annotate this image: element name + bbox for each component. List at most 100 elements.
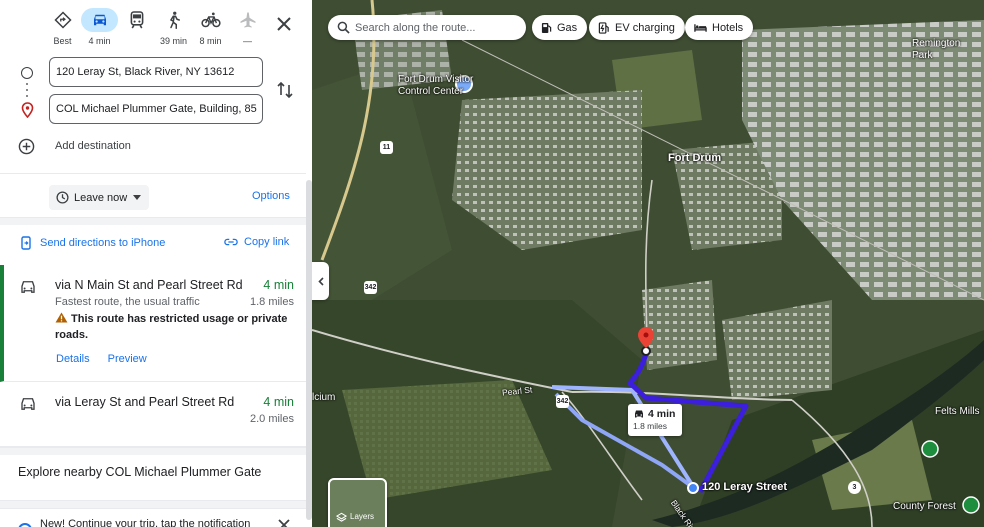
link-icon	[224, 238, 238, 246]
route-warning-text: This route has restricted usage or priva…	[55, 313, 288, 341]
route-option-2[interactable]: via Leray St and Pearl Street Rd 4 min 2…	[0, 382, 306, 447]
origin-dot-icon	[21, 67, 33, 79]
layers-button[interactable]: Layers	[328, 478, 387, 527]
divider	[0, 217, 306, 225]
add-destination-button[interactable]: Add destination	[18, 136, 131, 156]
route-time: 4 min	[263, 278, 294, 292]
chevron-down-icon	[133, 195, 142, 200]
route-info-distance: 1.8 miles	[633, 421, 668, 431]
car-icon	[635, 410, 643, 418]
map-label-fort-drum[interactable]: Fort Drum	[668, 152, 721, 164]
layers-label: Layers	[350, 512, 375, 521]
route-time: 4 min	[263, 395, 294, 409]
car-icon	[21, 281, 35, 293]
route-via-label: via N Main St and Pearl Street Rd	[55, 278, 243, 292]
chevron-left-icon	[317, 276, 324, 286]
divider	[0, 173, 306, 176]
divider	[0, 500, 306, 508]
layers-icon	[336, 512, 347, 522]
leave-now-dropdown[interactable]: Leave now	[49, 185, 149, 210]
gas-pump-icon	[541, 22, 552, 33]
gas-chip-label: Gas	[557, 21, 578, 34]
notification-banner: New! Continue your trip, tap the notific…	[0, 508, 306, 527]
destination-input[interactable]: COL Michael Plummer Gate, Building, 85	[49, 94, 263, 124]
map-label-remington-park[interactable]: Remington Park	[912, 38, 960, 62]
route-shield: 342	[556, 395, 569, 408]
close-icon	[277, 17, 291, 31]
mode-flights-label: —	[243, 36, 252, 46]
route-warning: This route has restricted usage or priva…	[55, 311, 295, 343]
copy-link-button[interactable]: Copy link	[224, 236, 289, 248]
car-icon	[81, 8, 118, 32]
add-destination-label: Add destination	[55, 140, 131, 152]
map-label-visitor-center-text: Fort Drum Visitor Control Center	[398, 74, 474, 97]
diamond-route-icon	[44, 8, 81, 32]
mode-best-label: Best	[53, 36, 72, 46]
explore-nearby-heading[interactable]: Explore nearby COL Michael Plummer Gate	[18, 465, 261, 479]
send-to-phone-label: Send directions to iPhone	[40, 237, 166, 249]
route-distance: 1.8 miles	[249, 296, 294, 308]
map-label-visitor-center[interactable]: Fort Drum Visitor Control Center	[398, 74, 473, 98]
search-along-route-placeholder: Search along the route...	[355, 21, 476, 34]
search-icon	[337, 21, 350, 34]
map-view[interactable]: Search along the route... Gas EV chargin…	[312, 0, 984, 527]
mode-cycling-label: 8 min	[199, 36, 222, 46]
details-link[interactable]: Details	[56, 353, 90, 365]
train-icon	[118, 8, 155, 32]
map-label-origin[interactable]: 120 Leray Street	[702, 481, 787, 493]
divider	[0, 447, 306, 455]
destination-row: COL Michael Plummer Gate, Building, 85	[0, 94, 312, 126]
route-actions: Details Preview	[56, 353, 165, 365]
route-shield: 342	[364, 281, 377, 294]
mode-transit[interactable]	[118, 8, 155, 52]
directions-panel: Best 4 min 39 min 8 min — 120 Leray St, …	[0, 0, 312, 527]
swap-locations-button[interactable]	[275, 80, 295, 100]
map-label-felts-mills[interactable]: Felts Mills	[935, 406, 979, 417]
route-shield: 3	[848, 481, 861, 494]
route-info-callout[interactable]: 4 min 1.8 miles	[628, 404, 682, 436]
route-option-1[interactable]: via N Main St and Pearl Street Rd 4 min …	[0, 265, 306, 382]
route-info-time: 4 min	[648, 408, 676, 420]
ev-charging-chip-label: EV charging	[615, 21, 675, 34]
send-to-phone-button[interactable]: Send directions to iPhone	[20, 236, 165, 250]
search-along-route-input[interactable]: Search along the route...	[328, 15, 526, 40]
share-row: Send directions to iPhone Copy link	[0, 232, 306, 256]
route-distance: 2.0 miles	[249, 413, 294, 425]
route-via-label: via Leray St and Pearl Street Rd	[55, 395, 235, 409]
leave-now-label: Leave now	[74, 191, 128, 204]
notification-text: New! Continue your trip, tap the notific…	[40, 518, 251, 527]
car-icon	[21, 398, 35, 410]
phone-send-icon	[21, 236, 31, 250]
clock-icon	[56, 191, 69, 204]
route-info-time-row: 4 min	[633, 408, 677, 420]
close-directions-button[interactable]	[274, 14, 294, 34]
warning-icon	[55, 312, 68, 323]
plane-icon	[229, 8, 266, 32]
hotels-chip-label: Hotels	[712, 21, 744, 34]
mode-walking[interactable]: 39 min	[155, 8, 192, 52]
map-label-calcium[interactable]: lcium	[312, 392, 335, 403]
mode-driving-label: 4 min	[88, 36, 111, 46]
copy-link-label: Copy link	[244, 236, 290, 248]
ev-charger-icon	[598, 21, 609, 34]
travel-mode-bar: Best 4 min 39 min 8 min —	[44, 8, 266, 52]
close-icon[interactable]	[278, 519, 290, 527]
mode-flights[interactable]: —	[229, 8, 266, 52]
options-button[interactable]: Options	[252, 190, 290, 202]
collapse-panel-button[interactable]	[312, 262, 329, 300]
bike-icon	[192, 8, 229, 32]
mode-best[interactable]: Best	[44, 8, 81, 52]
ev-charging-chip[interactable]: EV charging	[589, 15, 685, 40]
origin-row: 120 Leray St, Black River, NY 13612	[0, 57, 312, 89]
mode-walking-label: 39 min	[159, 36, 187, 46]
mode-driving[interactable]: 4 min	[81, 8, 118, 52]
preview-link[interactable]: Preview	[108, 353, 147, 365]
mode-cycling[interactable]: 8 min	[192, 8, 229, 52]
swap-icon	[277, 81, 293, 99]
notification-icon	[18, 523, 32, 527]
map-label-county-forest[interactable]: County Forest	[893, 501, 956, 512]
gas-chip[interactable]: Gas	[532, 15, 588, 40]
origin-input[interactable]: 120 Leray St, Black River, NY 13612	[49, 57, 263, 87]
hotels-chip[interactable]: Hotels	[685, 15, 754, 40]
route-subtitle: Fastest route, the usual traffic	[55, 296, 200, 308]
